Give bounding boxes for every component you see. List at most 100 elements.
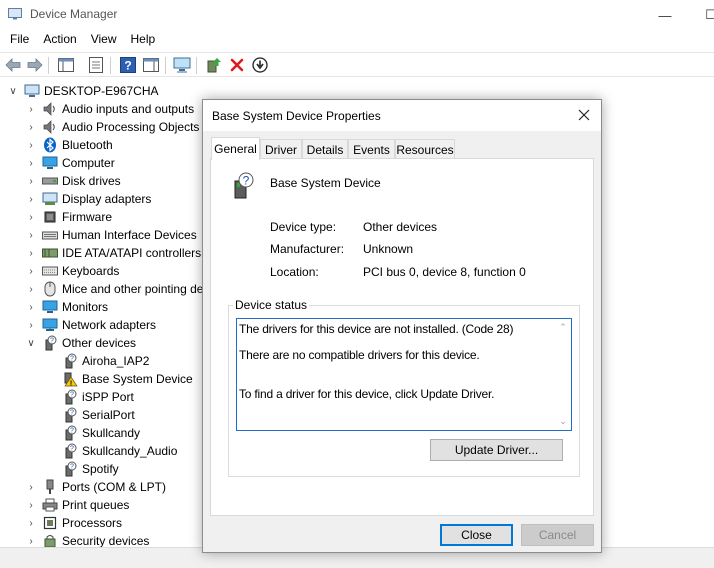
back-button[interactable] xyxy=(4,56,22,74)
chevron-down-icon[interactable]: ∨ xyxy=(8,86,18,97)
chevron-right-icon[interactable]: › xyxy=(26,212,36,223)
forward-button[interactable] xyxy=(26,56,44,74)
svg-text:?: ? xyxy=(243,174,250,188)
tree-item-label: Audio Processing Objects xyxy=(62,120,200,134)
tree-item-ports[interactable]: › Ports (COM & LPT) xyxy=(26,478,166,496)
tree-item-monitors[interactable]: › Monitors xyxy=(26,298,108,316)
svg-text:?: ? xyxy=(70,392,74,399)
properties-button[interactable] xyxy=(87,56,105,74)
menu-view[interactable]: View xyxy=(84,30,124,50)
tree-item-other-devices[interactable]: ∨ ? Other devices xyxy=(26,334,136,352)
menu-bar: File Action View Help xyxy=(0,30,714,50)
toolbar: ? xyxy=(0,52,714,77)
tree-child-serialport[interactable]: ? SerialPort xyxy=(62,406,135,424)
chevron-right-icon[interactable]: › xyxy=(26,140,36,151)
tree-item-hid[interactable]: › Human Interface Devices xyxy=(26,226,197,244)
chevron-right-icon[interactable]: › xyxy=(26,302,36,313)
chevron-right-icon[interactable]: › xyxy=(26,536,36,547)
tab-general[interactable]: General xyxy=(211,137,260,160)
chevron-right-icon[interactable]: › xyxy=(26,104,36,115)
unknown-device-icon: ? xyxy=(234,172,254,199)
scan-hardware-icon xyxy=(173,57,191,73)
chevron-right-icon[interactable]: › xyxy=(26,158,36,169)
update-driver-icon xyxy=(207,58,221,73)
tree-item-disk-drives[interactable]: › Disk drives xyxy=(26,172,120,190)
update-driver-button[interactable]: Update Driver... xyxy=(430,439,563,461)
uninstall-device-button[interactable] xyxy=(228,56,246,74)
tree-item-processors[interactable]: › Processors xyxy=(26,514,122,532)
window-title: Device Manager xyxy=(30,7,118,21)
tree-child-skullcandy[interactable]: ? Skullcandy xyxy=(62,424,140,442)
ide-controller-icon xyxy=(42,245,58,261)
svg-text:?: ? xyxy=(70,464,74,471)
chevron-right-icon[interactable]: › xyxy=(26,284,36,295)
tree-item-label: iSPP Port xyxy=(82,390,134,404)
tree-item-firmware[interactable]: › Firmware xyxy=(26,208,112,226)
tree-item-mice[interactable]: › Mice and other pointing devices xyxy=(26,280,231,298)
chevron-right-icon[interactable]: › xyxy=(26,176,36,187)
action-pane-button[interactable] xyxy=(142,56,160,74)
tree-item-ide-controllers[interactable]: › IDE ATA/ATAPI controllers xyxy=(26,244,201,262)
disable-device-icon xyxy=(252,57,268,73)
tree-child-skullcandy-audio[interactable]: ? Skullcandy_Audio xyxy=(62,442,177,460)
tree-item-audio-inputs[interactable]: › Audio inputs and outputs xyxy=(26,100,194,118)
scan-hardware-button[interactable] xyxy=(173,56,191,74)
dialog-title: Base System Device Properties xyxy=(212,109,381,123)
cancel-button[interactable]: Cancel xyxy=(521,524,594,546)
tree-item-label: Human Interface Devices xyxy=(62,228,197,242)
status-line-1: The drivers for this device are not inst… xyxy=(239,322,514,336)
update-driver-button[interactable] xyxy=(205,56,223,74)
status-line-3: To find a driver for this device, click … xyxy=(239,387,495,401)
tree-item-computer[interactable]: › Computer xyxy=(26,154,114,172)
chevron-right-icon[interactable]: › xyxy=(26,230,36,241)
maximize-button[interactable]: ☐ xyxy=(688,0,714,30)
dialog-close-button[interactable] xyxy=(575,106,593,124)
show-hide-console-tree-button[interactable] xyxy=(57,56,75,74)
toolbar-separator xyxy=(196,57,197,74)
tree-item-bluetooth[interactable]: › Bluetooth xyxy=(26,136,113,154)
tab-events[interactable]: Events xyxy=(348,139,395,159)
toolbar-separator xyxy=(48,57,49,74)
chevron-right-icon[interactable]: › xyxy=(26,320,36,331)
tab-driver[interactable]: Driver xyxy=(260,139,302,159)
tree-child-airoha[interactable]: ? Airoha_IAP2 xyxy=(62,352,149,370)
monitor-icon xyxy=(42,155,58,171)
status-scrollbar[interactable]: ⌃ ⌄ xyxy=(555,319,571,430)
menu-help[interactable]: Help xyxy=(124,30,163,50)
tree-item-label: Print queues xyxy=(62,498,130,512)
tab-resources[interactable]: Resources xyxy=(395,139,455,159)
tree-root[interactable]: ∨ DESKTOP-E967CHA xyxy=(8,82,158,100)
disable-device-button[interactable] xyxy=(251,56,269,74)
tree-item-audio-processing[interactable]: › Audio Processing Objects xyxy=(26,118,199,136)
mouse-icon xyxy=(42,281,58,297)
tree-child-ispp-port[interactable]: ? iSPP Port xyxy=(62,388,134,406)
tree-child-base-system-device[interactable]: ! Base System Device xyxy=(62,370,193,388)
device-status-label: Device status xyxy=(233,298,310,312)
tree-item-keyboards[interactable]: › Keyboards xyxy=(26,262,119,280)
device-status-textbox[interactable]: The drivers for this device are not inst… xyxy=(236,318,572,431)
chevron-right-icon[interactable]: › xyxy=(26,248,36,259)
uninstall-device-icon xyxy=(230,58,244,72)
tree-item-network-adapters[interactable]: › Network adapters xyxy=(26,316,156,334)
chevron-right-icon[interactable]: › xyxy=(26,194,36,205)
scroll-down-icon[interactable]: ⌄ xyxy=(558,416,568,426)
menu-action[interactable]: Action xyxy=(36,30,83,50)
help-button[interactable]: ? xyxy=(119,56,137,74)
tree-item-print-queues[interactable]: › Print queues xyxy=(26,496,129,514)
close-button[interactable]: Close xyxy=(440,524,513,546)
action-pane-icon xyxy=(143,58,159,72)
chevron-down-icon[interactable]: ∨ xyxy=(26,338,36,349)
tree-child-spotify[interactable]: ? Spotify xyxy=(62,460,119,478)
scroll-up-icon[interactable]: ⌃ xyxy=(558,322,568,332)
minimize-button[interactable]: — xyxy=(642,0,688,30)
svg-text:?: ? xyxy=(50,338,54,345)
tab-details[interactable]: Details xyxy=(302,139,348,159)
help-icon: ? xyxy=(120,57,136,73)
chevron-right-icon[interactable]: › xyxy=(26,500,36,511)
chevron-right-icon[interactable]: › xyxy=(26,518,36,529)
tree-item-display-adapters[interactable]: › Display adapters xyxy=(26,190,151,208)
chevron-right-icon[interactable]: › xyxy=(26,266,36,277)
menu-file[interactable]: File xyxy=(0,30,36,50)
chevron-right-icon[interactable]: › xyxy=(26,122,36,133)
chevron-right-icon[interactable]: › xyxy=(26,482,36,493)
